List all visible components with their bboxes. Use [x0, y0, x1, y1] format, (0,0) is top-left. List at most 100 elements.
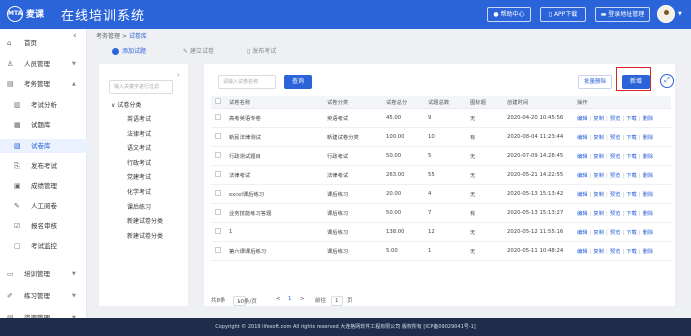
breadcrumb-parent[interactable]: 考务管理 [96, 33, 120, 40]
row-select-cell[interactable] [211, 165, 225, 185]
sidebar-item[interactable]: ▣ 成绩管理 [0, 179, 87, 193]
sidebar-item[interactable]: ▦ 试题库 [0, 118, 87, 132]
step-build-paper[interactable]: ✎ 建立试卷 [183, 44, 214, 59]
row-checkbox[interactable] [215, 246, 221, 253]
tree-node[interactable]: 行政考试 [127, 158, 151, 167]
row-checkbox[interactable] [215, 113, 221, 120]
tree-node[interactable]: 新建试卷分类 [127, 216, 163, 225]
row-select-cell[interactable] [211, 108, 225, 128]
edit-link[interactable]: 编辑 [577, 116, 588, 122]
search-button[interactable]: 查询 [284, 75, 312, 89]
batch-delete-button[interactable]: 批量删除 [578, 75, 612, 89]
tree-node[interactable]: 党建考试 [127, 172, 151, 181]
preview-link[interactable]: 预览 [610, 192, 621, 198]
edit-link[interactable]: 编辑 [577, 135, 588, 141]
sidebar-item[interactable]: ✐ 练习管理 ▼ [0, 289, 87, 303]
sidebar-item[interactable]: ▭ 培训管理 ▼ [0, 267, 87, 281]
download-link[interactable]: 下载 [626, 211, 637, 217]
sidebar-item[interactable]: ▧ 试卷库 [0, 139, 87, 153]
tree-node[interactable]: 语文考试 [127, 143, 151, 152]
copy-link[interactable]: 复制 [593, 154, 604, 160]
copy-link[interactable]: 复制 [593, 211, 604, 217]
edit-link[interactable]: 编辑 [577, 173, 588, 179]
sidebar-item[interactable]: ⎘ 发布考试 [0, 159, 87, 173]
goto-page-input[interactable]: 1 [331, 296, 343, 306]
delete-link[interactable]: 删除 [643, 211, 654, 217]
copy-link[interactable]: 复制 [593, 192, 604, 198]
page-size-select[interactable]: 10条/页 ⌄ [233, 296, 257, 306]
preview-link[interactable]: 预览 [610, 135, 621, 141]
delete-link[interactable]: 删除 [643, 135, 654, 141]
download-link[interactable]: 下载 [626, 230, 637, 236]
row-select-cell[interactable] [211, 241, 225, 261]
avatar[interactable] [657, 5, 675, 23]
row-select-cell[interactable] [211, 203, 225, 223]
download-link[interactable]: 下载 [626, 154, 637, 160]
delete-link[interactable]: 删除 [643, 154, 654, 160]
row-checkbox[interactable] [215, 132, 221, 139]
download-link[interactable]: 下载 [626, 135, 637, 141]
download-link[interactable]: 下载 [626, 116, 637, 122]
row-checkbox[interactable] [215, 189, 221, 196]
login-address-button[interactable]: ▬ 登录地址管理 [595, 7, 650, 22]
paper-search-input[interactable]: 请输入试卷名称 [218, 75, 276, 89]
app-download-button[interactable]: ▯ APP下载 [540, 7, 586, 22]
prev-page-button[interactable]: < [276, 296, 281, 302]
preview-link[interactable]: 预览 [610, 116, 621, 122]
edit-link[interactable]: 编辑 [577, 192, 588, 198]
sidebar-item[interactable]: ▢ 考试监控 [0, 239, 87, 253]
copy-link[interactable]: 复制 [593, 230, 604, 236]
sidebar-item[interactable]: ✎ 人工阅卷 [0, 199, 87, 213]
download-link[interactable]: 下载 [626, 192, 637, 198]
edit-link[interactable]: 编辑 [577, 230, 588, 236]
row-select-cell[interactable] [211, 127, 225, 147]
preview-link[interactable]: 预览 [610, 173, 621, 179]
copy-link[interactable]: 复制 [593, 173, 604, 179]
copy-link[interactable]: 复制 [593, 135, 604, 141]
next-page-button[interactable]: > [300, 296, 305, 302]
preview-link[interactable]: 预览 [610, 230, 621, 236]
delete-link[interactable]: 删除 [643, 173, 654, 179]
sidebar-item[interactable]: ♙ 人员管理 ▼ [0, 57, 87, 71]
copy-link[interactable]: 复制 [593, 116, 604, 122]
tree-node[interactable]: 英语考试 [127, 114, 151, 123]
select-all-cell[interactable] [211, 96, 225, 109]
delete-link[interactable]: 删除 [643, 249, 654, 255]
tree-node[interactable]: 法律考试 [127, 129, 151, 138]
sidebar-item[interactable]: ▤ 考务管理 ▲ [0, 77, 87, 91]
step-add-question[interactable]: 添加试题 [112, 44, 146, 59]
tree-node[interactable]: 化学考试 [127, 187, 151, 196]
edit-link[interactable]: 编辑 [577, 211, 588, 217]
row-checkbox[interactable] [215, 208, 221, 215]
row-checkbox[interactable] [215, 227, 221, 234]
preview-link[interactable]: 预览 [610, 154, 621, 160]
sidebar-item[interactable]: ☑ 报名审核 [0, 219, 87, 233]
row-checkbox[interactable] [215, 170, 221, 177]
expand-icon[interactable]: ⤢ [660, 74, 674, 88]
select-all-checkbox[interactable] [215, 97, 221, 104]
copy-link[interactable]: 复制 [593, 249, 604, 255]
tree-filter-input[interactable]: 输入关键字进行过滤 [109, 80, 173, 94]
tree-node[interactable]: 课后练习 [127, 202, 151, 211]
page-number[interactable]: 1 [288, 296, 292, 302]
sidebar-item[interactable]: ▥ 考试分析 [0, 98, 87, 112]
step-publish-exam[interactable]: ▯ 发布考试 [247, 44, 276, 59]
download-link[interactable]: 下载 [626, 173, 637, 179]
row-select-cell[interactable] [211, 146, 225, 166]
delete-link[interactable]: 删除 [643, 116, 654, 122]
edit-link[interactable]: 编辑 [577, 154, 588, 160]
delete-link[interactable]: 删除 [643, 192, 654, 198]
row-select-cell[interactable] [211, 184, 225, 204]
row-checkbox[interactable] [215, 151, 221, 158]
tree-node[interactable]: 新建试卷分类 [127, 231, 163, 240]
tree-root[interactable]: ∨ 试卷分类 [111, 100, 141, 109]
preview-link[interactable]: 预览 [610, 249, 621, 255]
preview-link[interactable]: 预览 [610, 211, 621, 217]
download-link[interactable]: 下载 [626, 249, 637, 255]
chevron-right-icon[interactable]: › [177, 71, 180, 79]
delete-link[interactable]: 删除 [643, 230, 654, 236]
edit-link[interactable]: 编辑 [577, 249, 588, 255]
row-select-cell[interactable] [211, 222, 225, 242]
chevron-down-icon[interactable]: ▼ [678, 11, 682, 17]
sidebar-item[interactable]: ⌂ 首页 [0, 36, 87, 50]
